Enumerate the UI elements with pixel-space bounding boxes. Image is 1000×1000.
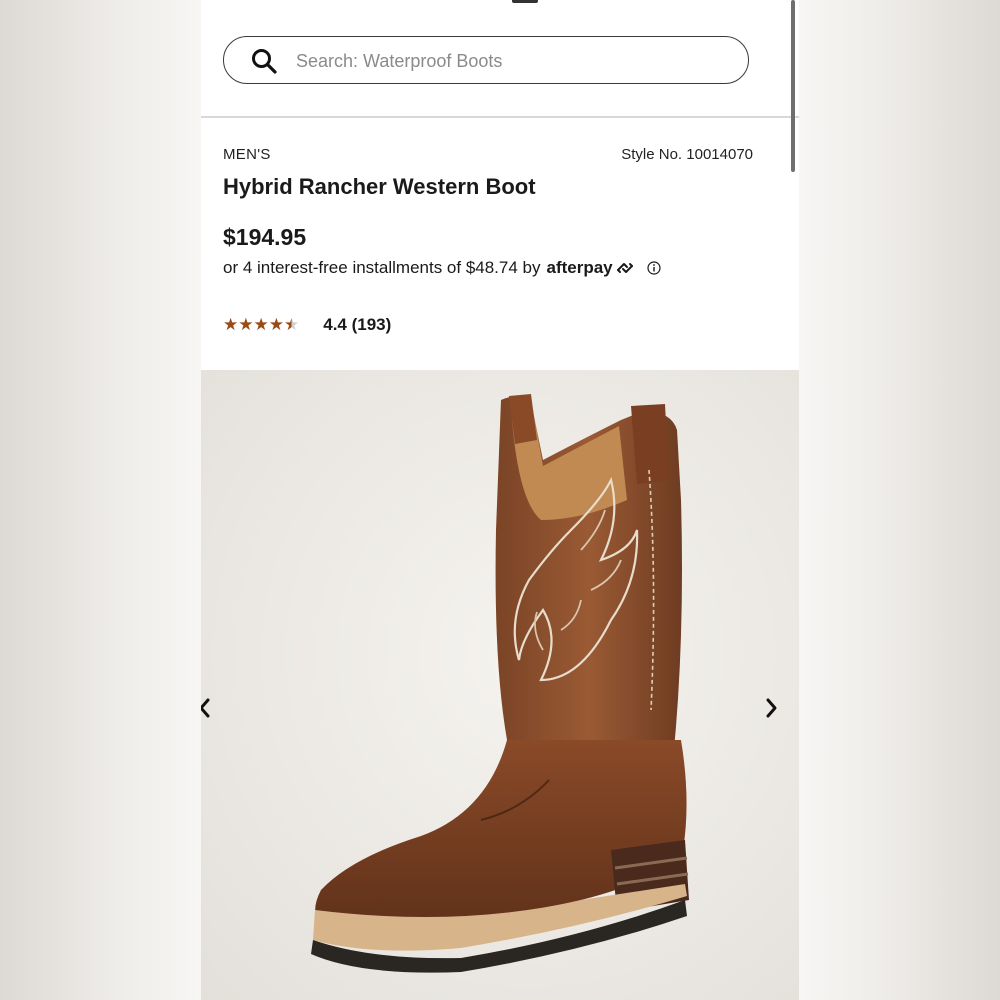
product-rating[interactable]: ★ ★ ★ ★ ★ 4.4 (193) [223,315,391,335]
product-image-boot [311,394,689,973]
product-price: $194.95 [223,224,307,250]
star-icon: ★ [238,315,254,334]
product-title: Hybrid Rancher Western Boot [223,174,536,199]
star-icon: ★ [284,315,300,334]
star-icon: ★ [223,315,239,334]
info-icon[interactable] [647,261,661,275]
installments-text: or 4 interest-free installments of $48.7… [223,258,541,277]
product-category: MEN'S [223,146,271,163]
star-icon: ★ [268,315,284,334]
chevron-right-icon[interactable] [761,694,781,722]
top-edge-icon [512,0,538,3]
search-icon[interactable] [250,47,278,75]
search-bar[interactable] [223,36,749,84]
star-rating: ★ ★ ★ ★ ★ [223,315,299,335]
chevron-left-icon[interactable] [201,694,215,722]
product-image-carousel[interactable] [201,370,799,1000]
scrollbar[interactable] [791,0,795,172]
installments-line: or 4 interest-free installments of $48.7… [223,258,661,278]
product-page: MEN'S Style No. 10014070 Hybrid Rancher … [201,0,799,1000]
rating-summary[interactable]: 4.4 (193) [323,315,391,335]
search-input[interactable] [294,45,728,77]
style-number: Style No. 10014070 [621,146,753,163]
star-icon: ★ [253,315,269,334]
afterpay-logo[interactable]: afterpay [547,258,613,278]
section-divider [201,116,799,118]
afterpay-loop-icon [616,263,633,273]
